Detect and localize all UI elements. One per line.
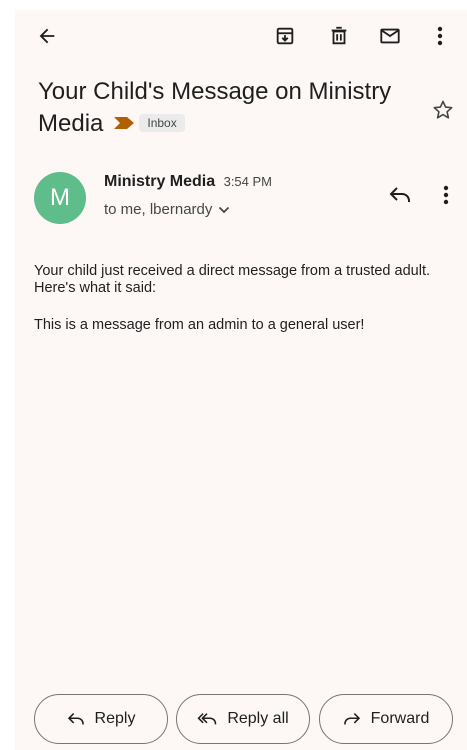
more-options-button[interactable] [425, 18, 455, 54]
important-marker-icon[interactable] [113, 107, 135, 139]
more-vert-icon [437, 26, 443, 46]
sender-info: Ministry Media 3:54 PM [104, 173, 272, 191]
delete-button[interactable] [321, 18, 357, 54]
email-body-paragraph: This is a message from an admin to a gen… [34, 317, 365, 333]
email-body-paragraph: Your child just received a direct messag… [34, 263, 430, 296]
recipients-text: to me, lbernardy [104, 201, 213, 218]
reply-icon [67, 713, 84, 725]
star-button[interactable] [431, 98, 455, 127]
archive-icon [276, 27, 294, 45]
reply-icon [389, 187, 410, 202]
reply-all-button[interactable]: Reply all [176, 694, 310, 744]
reply-all-icon [197, 713, 217, 725]
forward-icon [343, 713, 360, 725]
sender-name: Ministry Media [104, 173, 216, 190]
more-vert-icon [443, 185, 449, 205]
message-more-button[interactable] [435, 178, 457, 212]
sender-avatar[interactable]: M [34, 172, 86, 224]
top-app-bar [15, 10, 467, 58]
mark-unread-icon [380, 28, 400, 44]
mark-unread-button[interactable] [372, 18, 408, 54]
reply-label: Reply [94, 710, 136, 727]
back-arrow-icon [39, 28, 55, 44]
subject-text: Your Child's Message on Ministry Media [38, 78, 392, 137]
reply-button[interactable]: Reply [34, 694, 168, 744]
forward-label: Forward [370, 710, 430, 727]
delete-icon [331, 26, 347, 45]
reply-icon-button[interactable] [383, 178, 417, 212]
recipients-toggle[interactable]: to me, lbernardy [104, 201, 230, 218]
star-icon [433, 100, 453, 119]
email-subject: Your Child's Message on Ministry Media In… [38, 76, 418, 140]
chevron-down-icon [218, 206, 230, 214]
back-button[interactable] [29, 18, 65, 54]
forward-button[interactable]: Forward [319, 694, 453, 744]
avatar-letter: M [50, 184, 70, 211]
reply-all-label: Reply all [227, 710, 289, 727]
email-time: 3:54 PM [223, 174, 273, 189]
label-chip-inbox[interactable]: Inbox [139, 113, 185, 132]
email-view: Your Child's Message on Ministry Media In… [15, 10, 467, 750]
archive-button[interactable] [267, 18, 303, 54]
